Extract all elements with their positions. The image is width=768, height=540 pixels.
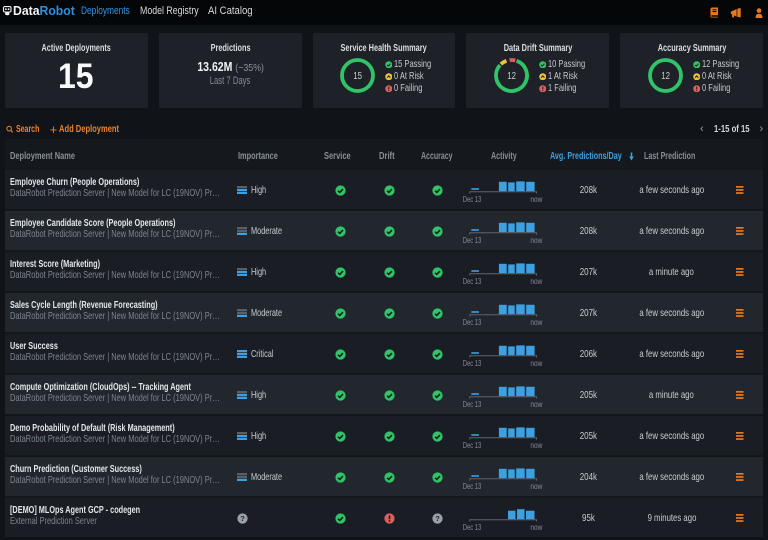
svg-text:now: now — [530, 276, 542, 286]
svg-text:Dec 13: Dec 13 — [462, 399, 481, 409]
svg-text:now: now — [530, 235, 542, 245]
svg-text:12: 12 — [661, 70, 670, 81]
svg-text:?: ? — [435, 514, 440, 523]
svg-text:now: now — [530, 358, 542, 368]
svg-text:Dec 13: Dec 13 — [462, 194, 481, 204]
svg-text:now: now — [530, 440, 542, 450]
svg-text:Dec 13: Dec 13 — [462, 358, 481, 368]
svg-text:now: now — [530, 481, 542, 491]
svg-text:Dec 13: Dec 13 — [462, 235, 481, 245]
svg-text:Dec 13: Dec 13 — [462, 317, 481, 327]
svg-text:15: 15 — [353, 70, 362, 81]
svg-text:Dec 13: Dec 13 — [462, 522, 481, 532]
svg-text:now: now — [530, 194, 542, 204]
svg-text:now: now — [530, 317, 542, 327]
svg-text:12: 12 — [507, 70, 516, 81]
svg-text:Dec 13: Dec 13 — [462, 440, 481, 450]
svg-text:now: now — [530, 522, 542, 532]
svg-text:Dec 13: Dec 13 — [462, 276, 481, 286]
svg-text:Dec 13: Dec 13 — [462, 481, 481, 491]
svg-text:now: now — [530, 399, 542, 409]
svg-text:?: ? — [240, 514, 245, 523]
